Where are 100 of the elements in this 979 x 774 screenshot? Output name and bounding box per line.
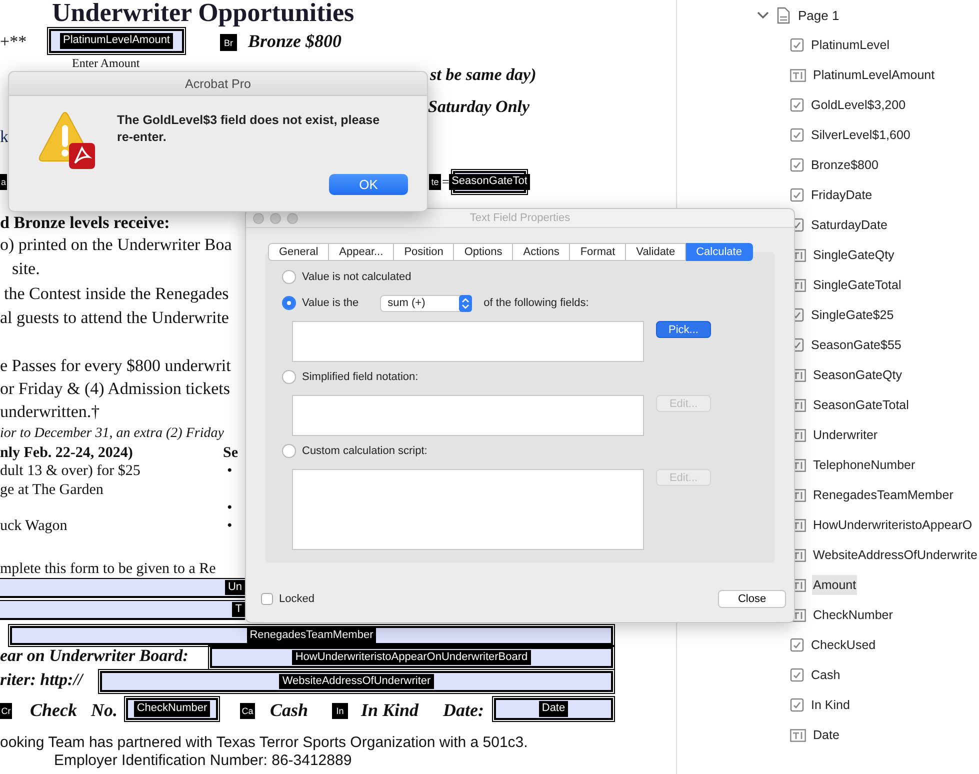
text-area[interactable] <box>292 395 644 436</box>
form-field-item[interactable]: TelephoneNumber <box>812 455 916 475</box>
checkbox-field-tag[interactable]: Cr <box>0 703 12 719</box>
form-field-item[interactable]: Bronze$800 <box>810 155 880 175</box>
field-name-label: SeasonGateTot <box>448 174 530 190</box>
checkbox-field-icon <box>790 698 804 712</box>
document-text: mplete this form to be given to a Re <box>0 560 216 578</box>
form-field-item[interactable]: HowUnderwriteristoAppearO <box>812 515 974 535</box>
form-field-item[interactable]: SingleGateTotal <box>812 275 902 295</box>
checkbox-field-tag[interactable]: te <box>429 174 441 190</box>
form-field[interactable]: HowUnderwriteristoAppearOnUnderwriterBoard <box>210 647 613 668</box>
form-field-item[interactable]: WebsiteAddressOfUnderwrite <box>812 545 978 565</box>
form-field[interactable]: Un <box>0 578 245 598</box>
field-name-label: PlatinumLevelAmount <box>60 33 173 49</box>
document-text: = <box>442 174 450 190</box>
document-text: Date: <box>443 700 484 722</box>
text-field-icon <box>790 68 806 82</box>
form-field-item[interactable]: Cash <box>810 665 842 685</box>
field-name-label: Date <box>538 701 568 717</box>
radio-button[interactable] <box>282 370 296 384</box>
form-field[interactable]: WebsiteAddressOfUnderwriter <box>100 671 613 692</box>
bullet: • <box>227 517 232 535</box>
form-field-item[interactable]: RenegadesTeamMember <box>812 485 954 505</box>
form-field-item[interactable]: CheckUsed <box>810 635 877 655</box>
form-field-item[interactable]: SeasonGateQty <box>812 365 903 385</box>
link-text[interactable]: k <box>0 127 8 148</box>
page-label[interactable]: Page 1 <box>798 8 840 22</box>
checkbox-label: Locked <box>279 593 314 605</box>
tab[interactable]: General <box>268 243 330 261</box>
tab[interactable]: Calculate <box>686 243 753 261</box>
document-text: Enter Amount <box>72 56 140 70</box>
form-field-item[interactable]: SingleGate$25 <box>810 305 895 325</box>
document-text: Cash <box>270 700 308 722</box>
document-text: No. <box>91 700 118 722</box>
document-text: Se <box>223 444 238 462</box>
tab[interactable]: Format <box>570 243 626 261</box>
form-field-item[interactable]: SeasonGateTotal <box>812 395 910 415</box>
checkbox-field-icon <box>790 38 804 52</box>
document-text: ior to December 31, an extra (2) Friday <box>0 426 224 443</box>
document-text: Saturday Only <box>428 97 530 118</box>
form-field-item[interactable]: PlatinumLevelAmount <box>812 65 936 85</box>
window-control[interactable] <box>253 212 264 224</box>
form-field-item[interactable]: Amount <box>812 575 858 595</box>
form-field-item[interactable]: FridayDate <box>810 185 874 205</box>
form-field[interactable]: PlatinumLevelAmount <box>49 29 184 53</box>
close-button[interactable]: Close <box>718 590 786 608</box>
tab[interactable]: Position <box>394 243 454 261</box>
form-field-item[interactable]: SilverLevel$1,600 <box>810 125 912 145</box>
radio-button[interactable] <box>282 296 296 310</box>
document-text: ooking Team has partnered with Texas Terror Sports Organization with a 501c3. <box>0 734 528 752</box>
form-field-item[interactable]: Date <box>812 725 840 745</box>
form-field-item[interactable]: SaturdayDate <box>810 215 888 235</box>
tab[interactable]: Actions <box>513 243 570 261</box>
document-text: st be same day) <box>430 65 536 86</box>
document-text: d Bronze levels receive: <box>0 213 170 234</box>
form-field-item[interactable]: SeasonGate$55 <box>810 335 902 355</box>
checkbox-field-tag[interactable]: Br <box>220 34 237 51</box>
form-field-item[interactable]: PlatinumLevel <box>810 35 891 55</box>
operation-dropdown[interactable]: sum (+) <box>380 294 472 312</box>
tab[interactable]: Appear... <box>329 243 394 261</box>
form-field-item[interactable]: In Kind <box>810 695 851 715</box>
checkbox-field-icon <box>790 128 804 142</box>
chevron-icon[interactable] <box>757 11 769 19</box>
ok-button[interactable]: OK <box>329 174 408 195</box>
bullet: • <box>227 462 232 480</box>
checkbox-field-icon <box>790 638 804 652</box>
tab[interactable]: Validate <box>626 243 686 261</box>
form-field[interactable]: Date <box>494 698 613 720</box>
field-name-label: CheckNumber <box>134 701 210 717</box>
tab[interactable]: Options <box>454 243 514 261</box>
document-text: o) printed on the Underwriter Boa <box>0 235 232 256</box>
form-field[interactable]: RenegadesTeamMember <box>10 626 613 645</box>
stepper-icon <box>458 294 472 312</box>
form-field[interactable]: T <box>0 600 245 620</box>
window-control[interactable] <box>287 212 298 224</box>
document-text: Check <box>30 700 77 722</box>
form-field[interactable]: CheckNumber <box>126 698 218 720</box>
dialog-button[interactable]: Pick... <box>656 321 711 338</box>
field-name-label: HowUnderwriteristoAppearOnUnderwriterBoard <box>292 650 531 666</box>
alert-message: The GoldLevel$3 field does not exist, please re-enter. <box>117 112 381 146</box>
form-field-item[interactable]: Underwriter <box>812 425 879 445</box>
checkbox-field-tag[interactable]: In <box>332 703 348 719</box>
checkbox[interactable] <box>261 593 273 605</box>
form-field-item[interactable]: CheckNumber <box>812 605 894 625</box>
document-text: uck Wagon <box>0 517 68 535</box>
checkbox-field-icon <box>790 158 804 172</box>
window-control[interactable] <box>270 212 281 224</box>
document-text: the Contest inside the Renegades <box>4 284 229 304</box>
radio-button[interactable] <box>282 444 296 458</box>
text-area[interactable] <box>292 469 644 550</box>
text-area[interactable] <box>292 321 644 362</box>
radio-button[interactable] <box>282 270 296 284</box>
checkbox-field-tag[interactable]: Ca <box>240 703 255 719</box>
document-text: underwritten.† <box>0 402 100 422</box>
checkbox-field-tag[interactable]: a <box>0 174 8 190</box>
document-text: e Passes for every $800 underwrit <box>0 356 231 376</box>
document-text: or Friday & (4) Admission tickets <box>0 379 230 400</box>
form-field-item[interactable]: SingleGateQty <box>812 245 896 265</box>
document-text: +** <box>0 32 27 52</box>
form-field-item[interactable]: GoldLevel$3,200 <box>810 95 907 115</box>
